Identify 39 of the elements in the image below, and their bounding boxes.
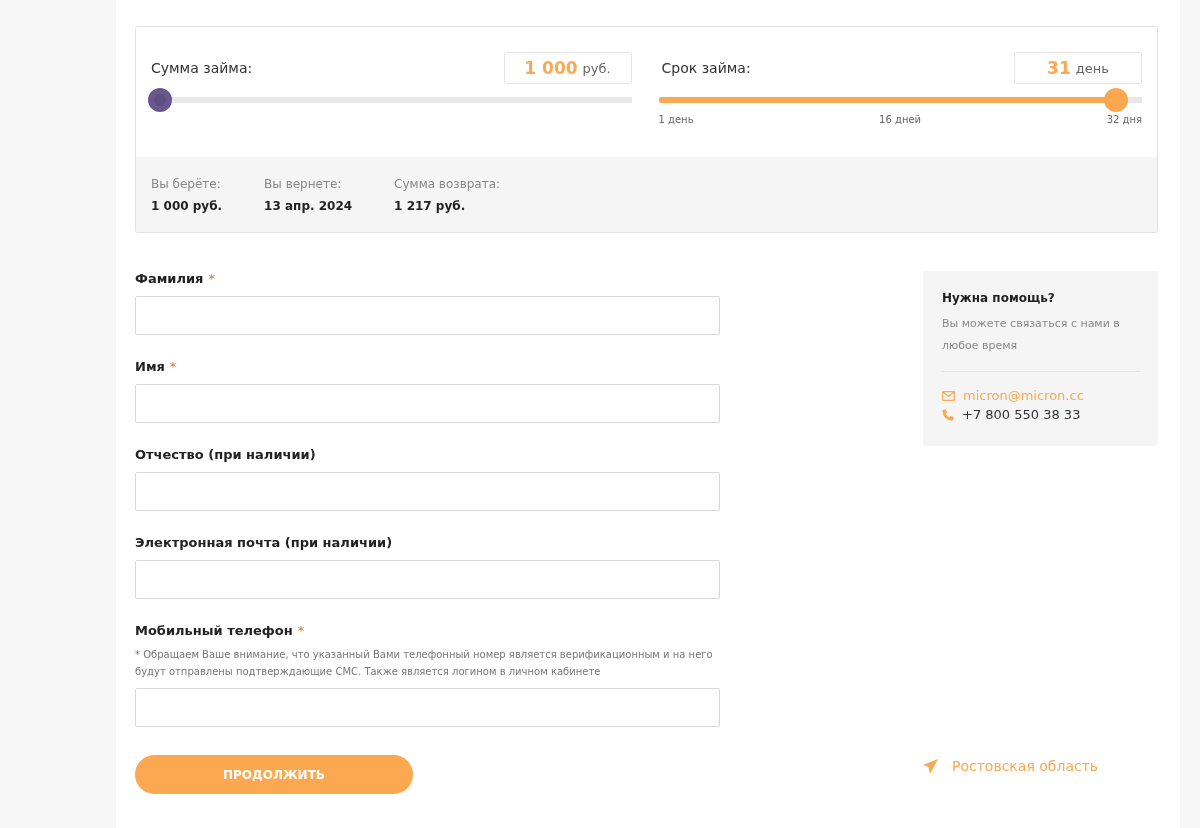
summary-label: Вы берёте: xyxy=(151,177,222,191)
input-field[interactable] xyxy=(135,688,720,727)
phone-icon xyxy=(942,408,954,421)
slider-label: Срок займа: xyxy=(660,60,751,76)
paper-plane-icon xyxy=(923,758,938,774)
slider-thumb[interactable] xyxy=(1104,88,1129,112)
input-field[interactable] xyxy=(135,472,720,511)
slider-thumb[interactable] xyxy=(148,88,172,112)
input-field[interactable] xyxy=(135,384,720,423)
summary-value: 13 апр. 2024 xyxy=(264,199,353,213)
tick-label: 1 день xyxy=(658,114,694,125)
value-unit: руб. xyxy=(582,60,611,76)
help-title: Нужна помощь? xyxy=(942,291,1056,305)
summary-value: 1 217 руб. xyxy=(394,199,467,213)
summary-label: Сумма возврата: xyxy=(394,177,501,191)
required-mark: * xyxy=(169,359,177,374)
field-note: * Обращаем Ваше внимание, что указанный Вами телефонный номер является верификационным и на него будут отправлены подтверждающие СМС. Также является логином в личном кабинете xyxy=(135,648,714,679)
input-field[interactable] xyxy=(135,296,720,335)
summary-value: 1 000 руб. xyxy=(151,199,223,213)
field-label: Имя xyxy=(135,359,165,374)
field-label: Мобильный телефон xyxy=(135,623,293,638)
slider-value: 31 xyxy=(1047,58,1071,78)
value-field[interactable]: 31 день xyxy=(1014,52,1142,84)
summary-label: Вы вернете: xyxy=(264,177,343,191)
mail-icon xyxy=(942,390,955,401)
field-label: Отчество (при наличии) xyxy=(135,447,316,462)
tick-label: 32 дня xyxy=(1106,114,1142,125)
value-field[interactable]: 1 000 руб. xyxy=(503,52,632,84)
input-field[interactable] xyxy=(135,560,720,599)
phone-link[interactable]: +7 800 550 38 33 xyxy=(962,407,1081,422)
slider-value: 1 000 xyxy=(524,58,578,78)
field-label: Фамилия xyxy=(135,271,204,286)
required-mark: * xyxy=(208,271,215,286)
value-unit: день xyxy=(1075,60,1109,76)
required-mark: * xyxy=(297,623,305,638)
tick-label: 16 дней xyxy=(879,114,922,125)
slider-label: Сумма займа: xyxy=(150,60,253,76)
help-text: Вы можете связаться с нами в любое время xyxy=(942,313,1140,372)
field-label: Электронная почта (при наличии) xyxy=(135,535,393,550)
